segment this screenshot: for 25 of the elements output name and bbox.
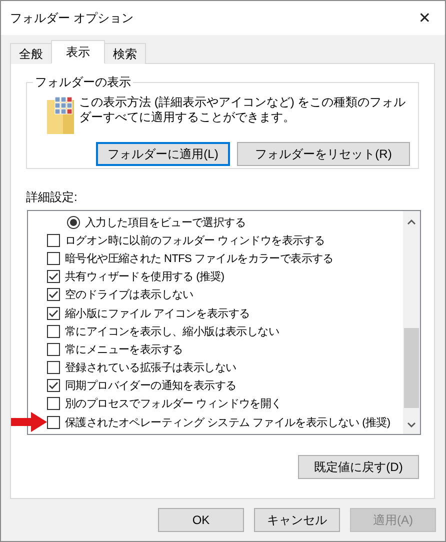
setting-label: 縮小版にファイル アイコンを表示する	[65, 306, 250, 321]
tab[interactable]: 検索	[104, 43, 146, 64]
setting-label: 保護されたオペレーティング システム ファイルを表示しない (推奨)	[65, 416, 390, 430]
setting-label: 常にアイコンを表示し、縮小版は表示しない	[65, 324, 280, 339]
advanced-settings-label: 詳細設定:	[26, 189, 78, 206]
apply-to-folders-button[interactable]: フォルダーに適用(L)	[96, 142, 230, 166]
tab[interactable]: 表示	[51, 40, 105, 64]
reset-folders-button[interactable]: フォルダーをリセット(R)	[237, 142, 410, 166]
restore-defaults-button[interactable]: 既定値に戻す(D)	[298, 455, 419, 479]
window-title: フォルダー オプション	[10, 10, 134, 26]
setting-label: 暗号化や圧縮された NTFS ファイルをカラーで表示する	[65, 252, 334, 266]
dialog-button[interactable]: キャンセル	[254, 508, 340, 532]
tab[interactable]: 全般	[10, 43, 52, 64]
group-title: フォルダーの表示	[34, 74, 132, 91]
description-text: この表示方法 (詳細表示やアイコンなど) をこの種類のフォルダーすべてに適用することができます。	[79, 95, 407, 125]
setting-label: 入力した項目をビューで選択する	[85, 216, 246, 230]
setting-label: ログオン時に以前のフォルダー ウィンドウを表示する	[65, 234, 325, 248]
setting-label: 登録されている拡張子は表示しない	[65, 361, 236, 376]
setting-label: 共有ウィザードを使用する (推奨)	[65, 270, 224, 284]
close-button[interactable]: ✕	[418, 9, 431, 27]
dialog-button[interactable]: OK	[158, 508, 244, 532]
setting-label: 空のドライブは表示しない	[65, 288, 194, 302]
setting-label: 別のプロセスでフォルダー ウィンドウを開く	[65, 396, 282, 412]
setting-label: 常にメニューを表示する	[65, 342, 183, 357]
setting-label: 同期プロバイダーの通知を表示する	[65, 378, 236, 394]
